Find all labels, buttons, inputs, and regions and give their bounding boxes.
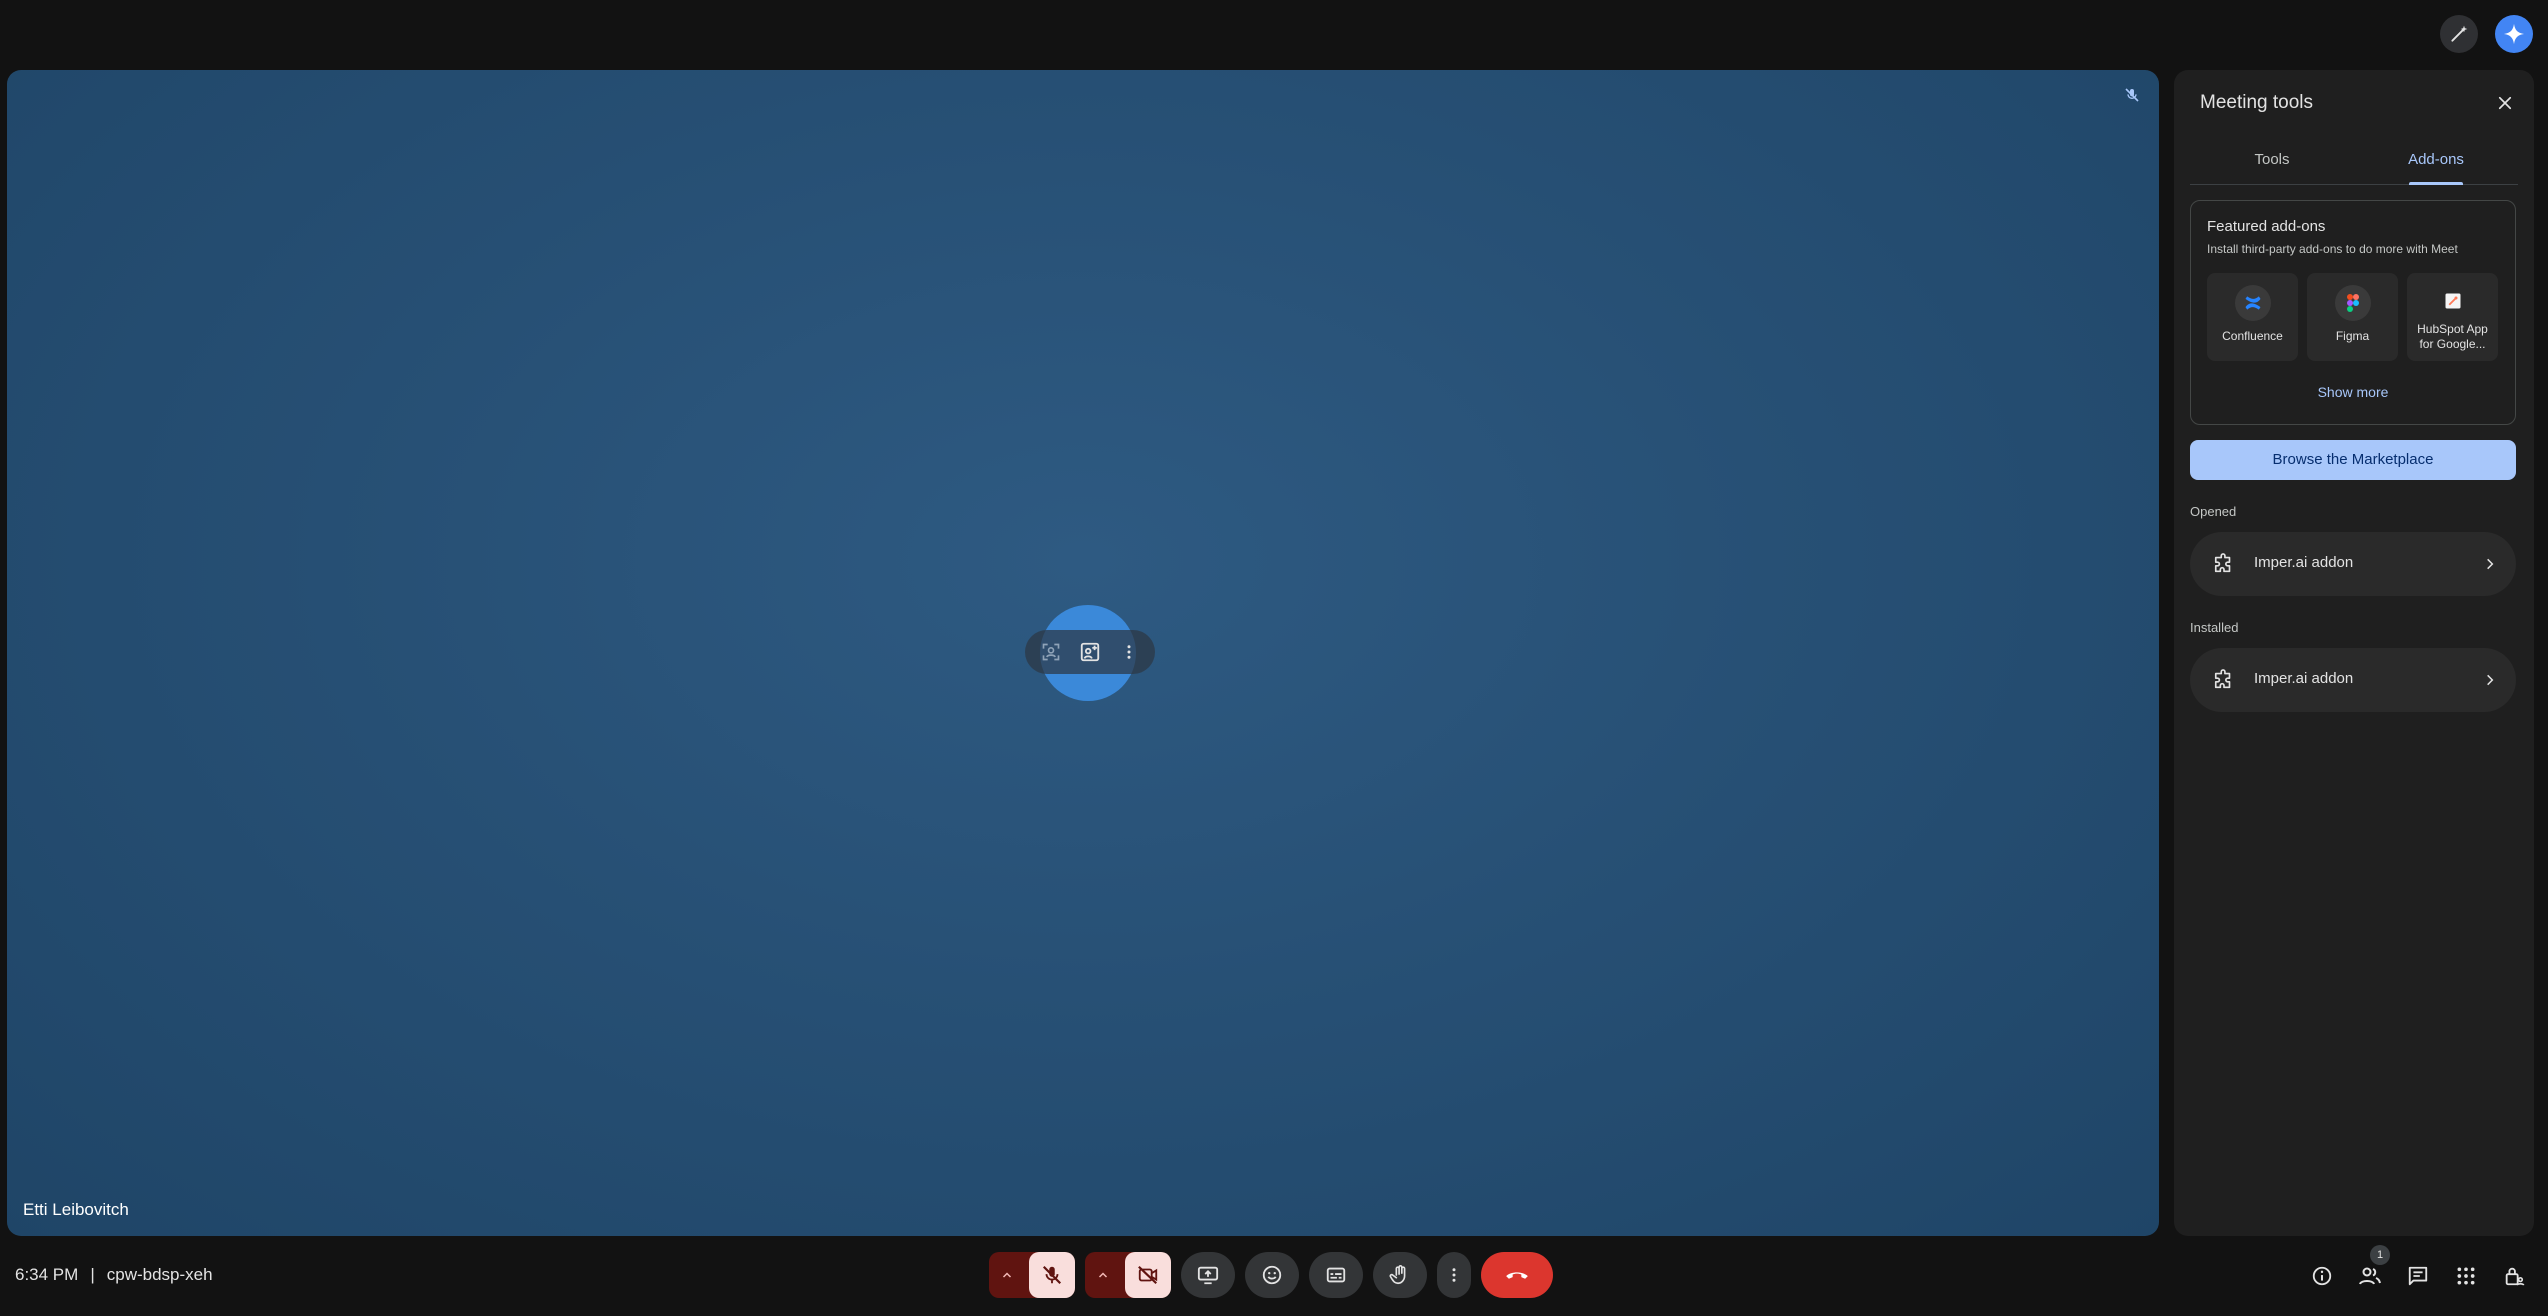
visual-effects-button[interactable] [2440,15,2478,53]
people-icon [2359,1267,2381,1285]
addon-card-confluence[interactable]: Confluence [2207,273,2298,361]
addon-row-label: Imper.ai addon [2254,670,2354,687]
hubspot-icon [2435,283,2471,319]
chevron-up-icon [1002,1272,1012,1278]
confluence-icon [2235,285,2271,321]
magic-wand-icon [2451,25,2468,42]
lock-person-icon [2505,1267,2525,1286]
addon-card-label: Confluence [2222,329,2283,343]
puzzle-piece-icon [2212,668,2236,692]
tab-add-ons[interactable]: Add-ons [2354,140,2518,184]
close-panel-button[interactable] [2490,88,2520,118]
meeting-time: 6:34 PM [15,1265,79,1284]
hand-icon [1389,1265,1406,1285]
host-controls-button[interactable] [2498,1260,2530,1292]
panel-tabs: Tools Add-ons [2190,140,2518,185]
mic-off-icon [1042,1265,1062,1285]
chevron-right-icon [2480,554,2500,574]
video-settings-button[interactable] [1089,1252,1117,1298]
meeting-info: 6:34 PM | cpw-bdsp-xeh [15,1265,213,1285]
browse-marketplace-button[interactable]: Browse the Marketplace [2190,440,2516,480]
opened-addon-row[interactable]: Imper.ai addon [2190,532,2516,596]
sparkle-icon [2503,23,2525,45]
apps-grid-icon [2457,1267,2475,1285]
leave-call-button[interactable] [1481,1252,1553,1298]
puzzle-piece-icon [2212,552,2236,576]
show-more-link[interactable]: Show more [2191,384,2515,400]
tab-tools[interactable]: Tools [2190,140,2354,184]
emoji-icon [1262,1265,1282,1285]
end-call-icon [1506,1272,1528,1279]
info-icon [2312,1266,2332,1286]
addon-card-figma[interactable]: Figma [2307,273,2398,361]
more-vert-icon [1127,645,1131,659]
frame-person-button[interactable] [1034,635,1068,669]
present-screen-icon [1197,1266,1219,1285]
participant-name: Etti Leibovitch [23,1200,129,1219]
frame-person-icon [1042,643,1059,661]
addon-card-hubspot[interactable]: HubSpot App for Google... [2407,273,2498,361]
gemini-button[interactable] [2495,15,2533,53]
close-icon [2498,96,2512,110]
addon-card-label: Figma [2335,329,2370,343]
captions-button[interactable] [1309,1252,1363,1298]
people-count-badge: 1 [2370,1245,2390,1265]
featured-title: Featured add-ons [2207,218,2326,235]
video-tile: Etti Leibovitch [7,70,2159,1236]
tile-actions-bar [1025,630,1155,674]
chat-button[interactable] [2402,1260,2434,1292]
separator: | [90,1265,95,1284]
addon-card-label: HubSpot App for Google... [2417,322,2488,351]
panel-title: Meeting tools [2200,92,2314,113]
turn-on-camera-button[interactable] [1125,1252,1171,1298]
pin-to-screen-icon [1080,642,1100,662]
camera-off-icon [1138,1265,1158,1285]
add-to-screen-button[interactable] [1073,635,1107,669]
installed-section-label: Installed [2190,620,2239,635]
addon-row-label: Imper.ai addon [2254,554,2354,571]
chevron-up-icon [1098,1272,1108,1278]
featured-add-ons-card: Featured add-ons Install third-party add… [2190,200,2516,425]
muted-indicator-icon [2121,84,2143,106]
more-options-tile-button[interactable] [1112,635,1146,669]
present-screen-button[interactable] [1181,1252,1235,1298]
opened-section-label: Opened [2190,504,2237,519]
chevron-right-icon [2480,670,2500,690]
meeting-tools-panel: Meeting tools Tools Add-ons Featured add… [2174,70,2534,1236]
raise-hand-button[interactable] [1373,1252,1427,1298]
installed-addon-row[interactable]: Imper.ai addon [2190,648,2516,712]
meeting-details-button[interactable] [2306,1260,2338,1292]
meeting-code: cpw-bdsp-xeh [106,1265,213,1284]
unmute-button[interactable] [1029,1252,1075,1298]
more-vert-icon [1452,1268,1456,1282]
more-options-button[interactable] [1437,1252,1471,1298]
chat-icon [2408,1266,2428,1286]
reactions-button[interactable] [1245,1252,1299,1298]
closed-captions-icon [1326,1267,1346,1283]
figma-icon [2335,285,2371,321]
audio-settings-button[interactable] [993,1252,1021,1298]
activities-button[interactable] [2450,1260,2482,1292]
featured-subtitle: Install third-party add-ons to do more w… [2207,242,2458,256]
